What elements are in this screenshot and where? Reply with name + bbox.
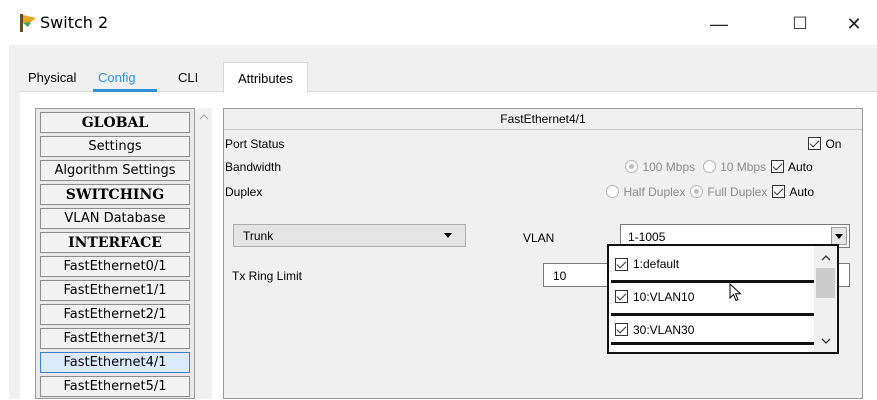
port-title: FastEthernet4/1 [224, 109, 862, 130]
tab-cli[interactable]: CLI [178, 62, 198, 92]
tab-physical[interactable]: Physical [28, 62, 76, 92]
tab-attributes[interactable]: Attributes [223, 62, 308, 93]
nav-item-settings[interactable]: Settings [40, 136, 190, 157]
minimize-button[interactable]: — [696, 8, 742, 40]
duplex-full-label: Full Duplex [707, 184, 768, 199]
vlan-option-label: 10:VLAN10 [633, 289, 695, 304]
switch-app-icon [20, 14, 36, 32]
bandwidth-auto-checkbox[interactable] [770, 160, 784, 174]
bandwidth-100-radio[interactable] [625, 160, 638, 174]
nav-header-global: GLOBAL [40, 112, 190, 133]
nav-item-fastethernet3-1[interactable]: FastEthernet3/1 [40, 328, 190, 349]
chevron-down-icon [835, 234, 843, 239]
mouse-pointer-icon [729, 283, 742, 302]
duplex-auto-label: Auto [789, 184, 815, 199]
nav-item-algorithm-settings[interactable]: Algorithm Settings [40, 160, 190, 181]
port-status-on-label: On [825, 136, 842, 151]
duplex-half-radio[interactable] [606, 185, 619, 199]
vlan-option-30[interactable]: 30:VLAN30 [611, 313, 815, 343]
close-button[interactable]: ✕ [831, 8, 877, 40]
vlan-option-checkbox[interactable] [615, 323, 628, 336]
vlan-list-divider [611, 342, 815, 345]
vlan-select-value: 1-1005 [628, 230, 666, 244]
config-nav-list: GLOBAL Settings Algorithm Settings SWITC… [35, 108, 195, 399]
port-status-checkbox[interactable] [808, 137, 821, 151]
tx-ring-limit-label: Tx Ring Limit [232, 269, 303, 283]
port-status-label: Port Status [225, 137, 285, 151]
vlan-option-checkbox[interactable] [615, 290, 628, 303]
duplex-half-label: Half Duplex [623, 184, 686, 199]
vlan-dropdown-button[interactable] [831, 227, 847, 245]
duplex-full-radio[interactable] [689, 185, 703, 199]
port-status-control: On [808, 135, 841, 153]
scroll-up-arrow-icon[interactable] [821, 255, 831, 261]
vlan-option-1[interactable]: 1:default [611, 249, 815, 279]
nav-item-fastethernet2-1[interactable]: FastEthernet2/1 [40, 304, 190, 325]
chevron-down-icon [444, 233, 452, 238]
duplex-controls: Half Duplex Full Duplex Auto [606, 183, 814, 201]
nav-item-fastethernet1-1[interactable]: FastEthernet1/1 [40, 280, 190, 301]
tab-strip: Physical Config CLI Attributes [20, 62, 315, 93]
vlan-label: VLAN [523, 231, 555, 245]
title-bar [0, 0, 877, 46]
duplex-auto-checkbox[interactable] [771, 185, 785, 199]
bandwidth-10-label: 10 Mbps [720, 159, 767, 174]
vlan-option-10[interactable]: 10:VLAN10 [611, 280, 815, 310]
port-mode-select[interactable]: Trunk [233, 224, 466, 247]
scroll-down-arrow-icon[interactable] [821, 338, 831, 344]
port-mode-value: Trunk [243, 229, 274, 243]
bandwidth-100-label: 100 Mbps [642, 159, 696, 174]
tab-config[interactable]: Config [98, 62, 136, 92]
tab-config-active-indicator [93, 89, 157, 92]
vlan-dropdown-list: 1:default 10:VLAN10 30:VLAN30 [607, 244, 839, 354]
bandwidth-10-radio[interactable] [702, 160, 716, 174]
window-title: Switch 2 [40, 13, 109, 32]
bandwidth-label: Bandwidth [225, 160, 282, 174]
bandwidth-controls: 100 Mbps 10 Mbps Auto [625, 158, 813, 176]
nav-header-switching: SWITCHING [40, 184, 190, 205]
vlan-list-scroll-thumb[interactable] [816, 268, 835, 298]
nav-header-interface: INTERFACE [40, 232, 190, 253]
vlan-list-scrollbar[interactable] [814, 246, 837, 352]
vlan-option-label: 30:VLAN30 [633, 322, 695, 337]
vlan-option-checkbox[interactable] [615, 257, 628, 271]
maximize-button[interactable]: ☐ [777, 8, 823, 40]
scroll-up-arrow-icon[interactable] [199, 114, 209, 120]
nav-scrollbar[interactable] [195, 108, 212, 399]
vlan-option-label: 1:default [633, 257, 680, 271]
nav-item-vlan-database[interactable]: VLAN Database [40, 208, 190, 229]
nav-item-fastethernet0-1[interactable]: FastEthernet0/1 [40, 256, 190, 277]
bandwidth-auto-label: Auto [788, 159, 813, 174]
nav-item-fastethernet5-1[interactable]: FastEthernet5/1 [40, 376, 190, 397]
duplex-label: Duplex [225, 185, 263, 199]
nav-item-fastethernet4-1[interactable]: FastEthernet4/1 [40, 352, 190, 373]
tx-ring-limit-value: 10 [553, 269, 567, 283]
